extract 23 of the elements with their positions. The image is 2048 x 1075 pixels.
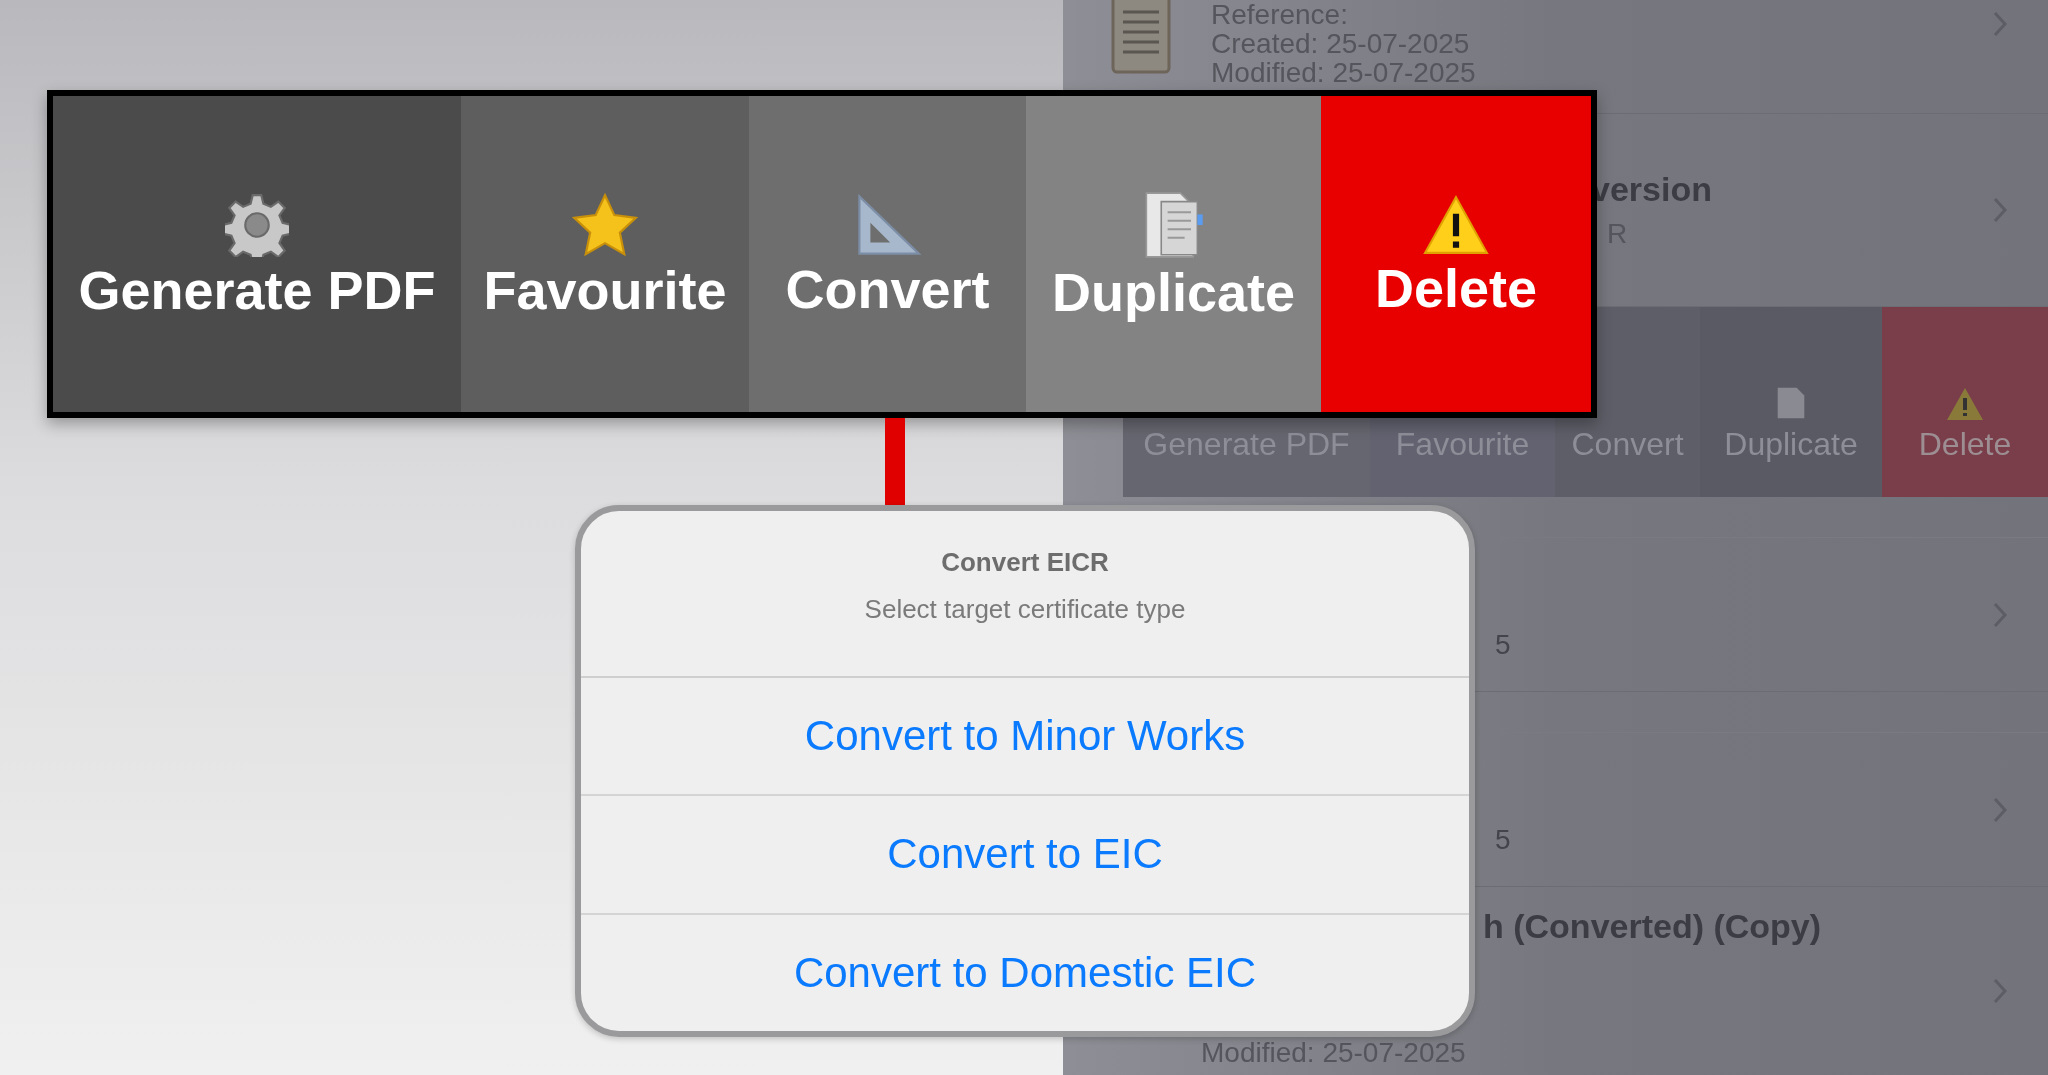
- action-button[interactable]: Generate PDF: [53, 96, 461, 412]
- chevron-icon: [1992, 196, 2008, 224]
- dialog-title: Convert EICR: [941, 547, 1109, 578]
- action-button[interactable]: Convert: [749, 96, 1026, 412]
- sheet-option[interactable]: Convert to EIC: [581, 796, 1469, 915]
- dialog-message: Select target certificate type: [864, 594, 1186, 625]
- warning-icon: [1423, 195, 1489, 255]
- action-button[interactable]: Duplicate: [1026, 96, 1321, 412]
- row-title: version: [1591, 169, 1712, 209]
- chevron-icon: [1992, 795, 2008, 824]
- star-icon: [572, 193, 638, 257]
- gear-icon: [225, 193, 289, 257]
- swipe-action-button[interactable]: Delete: [1882, 307, 2048, 497]
- sheet-option[interactable]: Convert to Domestic EIC: [581, 914, 1469, 1031]
- chevron-icon: [1992, 977, 2008, 1005]
- action-button[interactable]: Delete: [1321, 96, 1591, 412]
- action-button[interactable]: Favourite: [461, 96, 749, 412]
- warning-icon: [1944, 386, 1986, 422]
- sheet-option[interactable]: Convert to Minor Works: [581, 678, 1469, 797]
- document-icon: [1111, 0, 1171, 74]
- row-title: h (Converted) (Copy): [1483, 907, 1822, 946]
- chevron-icon: [1992, 600, 2008, 629]
- chevron-icon: [1992, 10, 2008, 38]
